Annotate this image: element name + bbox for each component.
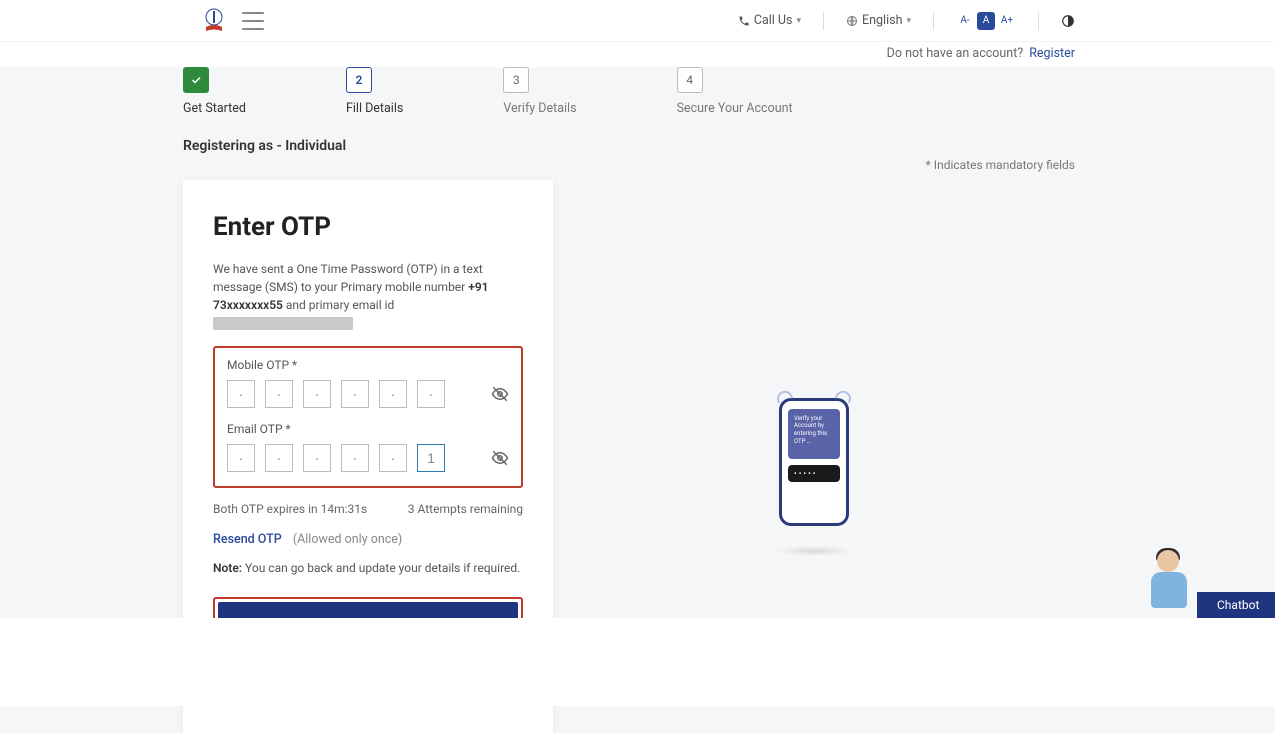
step-3: 3 Verify Details — [503, 67, 576, 116]
card-title: Enter OTP — [213, 212, 523, 242]
email-otp-1[interactable] — [227, 444, 255, 472]
mobile-otp-2[interactable] — [265, 380, 293, 408]
chatbot-widget[interactable]: Chatbot — [1143, 548, 1275, 618]
font-default-button[interactable]: A — [977, 12, 995, 30]
otp-expiry-text: Both OTP expires in 14m:31s — [213, 502, 367, 516]
step-3-label: Verify Details — [503, 101, 576, 116]
email-otp-visibility-toggle[interactable] — [491, 449, 509, 467]
site-logo — [200, 7, 228, 35]
mobile-otp-group: Mobile OTP * — [227, 358, 509, 408]
chatbot-avatar — [1143, 548, 1197, 618]
check-icon — [190, 74, 202, 86]
resend-hint: (Allowed only once) — [293, 532, 402, 547]
no-account-text: Do not have an account? — [887, 46, 1024, 61]
email-otp-3[interactable] — [303, 444, 331, 472]
call-us-label: Call Us — [754, 13, 793, 28]
mobile-otp-label: Mobile OTP * — [227, 358, 509, 372]
separator — [823, 12, 824, 30]
email-otp-6[interactable] — [417, 444, 445, 472]
chevron-down-icon: ▾ — [906, 16, 911, 26]
mobile-otp-3[interactable] — [303, 380, 331, 408]
call-us-dropdown[interactable]: Call Us ▾ — [738, 13, 801, 28]
step-1-box — [183, 67, 209, 93]
email-otp-group: Email OTP * — [227, 422, 509, 472]
phone-shadow — [774, 546, 854, 556]
email-otp-2[interactable] — [265, 444, 293, 472]
phone-graphic: Verify your Account by entering this OTP… — [779, 398, 849, 526]
separator — [1038, 12, 1039, 30]
separator — [933, 12, 934, 30]
otp-highlight-box: Mobile OTP * — [213, 346, 523, 488]
email-otp-label: Email OTP * — [227, 422, 509, 436]
step-1-label: Get Started — [183, 101, 246, 116]
otp-attempts-text: 3 Attempts remaining — [408, 502, 523, 516]
mobile-otp-1[interactable] — [227, 380, 255, 408]
otp-description: We have sent a One Time Password (OTP) i… — [213, 260, 523, 332]
eye-off-icon — [491, 385, 509, 403]
chevron-down-icon: ▾ — [796, 16, 801, 26]
email-otp-5[interactable] — [379, 444, 407, 472]
mobile-otp-4[interactable] — [341, 380, 369, 408]
step-2-label: Fill Details — [346, 101, 403, 116]
eye-off-icon — [491, 449, 509, 467]
chatbot-label[interactable]: Chatbot — [1197, 592, 1275, 618]
contrast-icon — [1061, 14, 1075, 28]
font-size-controls: A- A A+ — [956, 12, 1016, 30]
step-2-box: 2 — [346, 67, 372, 93]
font-decrease-button[interactable]: A- — [956, 12, 974, 30]
mobile-otp-visibility-toggle[interactable] — [491, 385, 509, 403]
step-4-box: 4 — [677, 67, 703, 93]
step-4: 4 Secure Your Account — [677, 67, 793, 116]
language-label: English — [862, 13, 902, 28]
register-link[interactable]: Register — [1029, 46, 1075, 61]
mandatory-fields-note: * Indicates mandatory fields — [183, 158, 1075, 180]
step-1: Get Started — [183, 67, 246, 116]
globe-icon — [846, 15, 858, 27]
registering-as-heading: Registering as - Individual — [183, 116, 1075, 158]
phone-otp-bubble: ••••• — [788, 465, 840, 482]
progress-stepper: Get Started 2 Fill Details 3 Verify Deta… — [183, 67, 1075, 116]
contrast-toggle[interactable] — [1061, 14, 1075, 28]
mobile-otp-5[interactable] — [379, 380, 407, 408]
language-dropdown[interactable]: English ▾ — [846, 13, 911, 28]
resend-otp-link[interactable]: Resend OTP — [213, 532, 282, 547]
phone-icon — [738, 15, 750, 27]
mobile-otp-6[interactable] — [417, 380, 445, 408]
step-2: 2 Fill Details — [346, 67, 403, 116]
step-4-label: Secure Your Account — [677, 101, 793, 116]
hamburger-menu-icon[interactable] — [242, 12, 264, 30]
font-increase-button[interactable]: A+ — [998, 12, 1016, 30]
note-text: Note: You can go back and update your de… — [213, 561, 523, 575]
phone-message: Verify your Account by entering this OTP… — [788, 409, 840, 459]
step-3-box: 3 — [503, 67, 529, 93]
email-otp-4[interactable] — [341, 444, 369, 472]
masked-email — [213, 317, 353, 330]
